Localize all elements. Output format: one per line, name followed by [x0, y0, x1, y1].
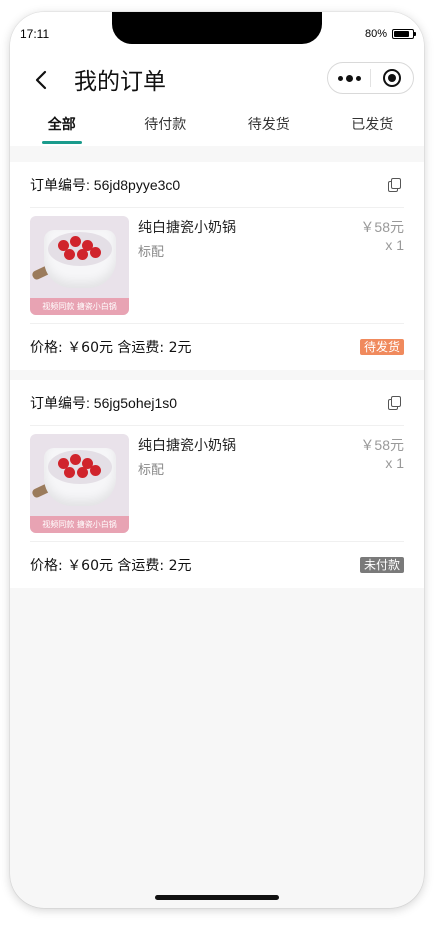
battery-percent: 80% [364, 28, 387, 40]
chevron-left-icon [35, 70, 47, 90]
order-list: 订单编号: 56jd8pyye3c0 视频同款 搪瓷小白锅 纯白搪瓷小奶锅 标配… [10, 162, 424, 598]
more-button[interactable] [328, 63, 370, 93]
status-time: 17:11 [20, 27, 50, 41]
product-price: ￥58元 [360, 437, 404, 453]
close-miniprogram-button[interactable] [371, 63, 413, 93]
home-indicator [155, 895, 279, 900]
back-button[interactable] [30, 68, 54, 92]
status-badge: 未付款 [359, 557, 404, 573]
tab-pending-shipment[interactable]: 待发货 [217, 106, 321, 146]
status-badge: 待发货 [359, 339, 404, 355]
product-price: ￥58元 [360, 219, 404, 235]
copy-icon[interactable] [388, 395, 402, 410]
product-image-caption: 视频同款 搪瓷小白锅 [30, 298, 129, 315]
copy-icon[interactable] [388, 177, 402, 192]
notch [112, 12, 322, 44]
battery-icon [392, 29, 416, 39]
more-dot-icon [355, 75, 361, 81]
order-item: 视频同款 搪瓷小白锅 纯白搪瓷小奶锅 标配 ￥58元 x 1 [30, 208, 404, 324]
order-card-header: 订单编号: 56jg5ohej1s0 [30, 380, 404, 426]
battery-indicator: 80% [364, 28, 416, 40]
order-card-header: 订单编号: 56jd8pyye3c0 [30, 162, 404, 208]
order-card-footer: 价格: ￥60元 含运费: 2元 待发货 [30, 324, 404, 370]
product-image[interactable]: 视频同款 搪瓷小白锅 [30, 434, 129, 533]
tab-shipped[interactable]: 已发货 [321, 106, 425, 146]
order-total: 价格: ￥60元 含运费: 2元 [30, 558, 192, 574]
page-title: 我的订单 [74, 69, 166, 95]
phone-frame: 17:11 80% 我的订单 全部 待付款 待发货 已发货 订单编号: 56jd… [10, 12, 424, 908]
more-dot-icon [345, 74, 353, 82]
nav-bar: 我的订单 [10, 56, 424, 106]
tab-pending-payment[interactable]: 待付款 [114, 106, 218, 146]
miniprogram-capsule [327, 62, 414, 94]
product-info: 纯白搪瓷小奶锅 标配 ￥58元 x 1 [138, 434, 404, 541]
product-spec: 标配 [138, 245, 165, 260]
more-dot-icon [337, 75, 343, 81]
product-spec: 标配 [138, 463, 165, 478]
product-image[interactable]: 视频同款 搪瓷小白锅 [30, 216, 129, 315]
order-number: 订单编号: 56jg5ohej1s0 [30, 394, 178, 411]
target-icon [383, 69, 401, 87]
product-quantity: x 1 [385, 455, 404, 471]
order-tabs: 全部 待付款 待发货 已发货 [10, 106, 424, 146]
product-quantity: x 1 [385, 237, 404, 253]
tab-all[interactable]: 全部 [10, 106, 114, 146]
order-item: 视频同款 搪瓷小白锅 纯白搪瓷小奶锅 标配 ￥58元 x 1 [30, 426, 404, 542]
order-number: 订单编号: 56jd8pyye3c0 [30, 176, 181, 193]
product-info: 纯白搪瓷小奶锅 标配 ￥58元 x 1 [138, 216, 404, 323]
order-card[interactable]: 订单编号: 56jd8pyye3c0 视频同款 搪瓷小白锅 纯白搪瓷小奶锅 标配… [10, 162, 424, 370]
order-card[interactable]: 订单编号: 56jg5ohej1s0 视频同款 搪瓷小白锅 纯白搪瓷小奶锅 标配… [10, 380, 424, 588]
product-image-caption: 视频同款 搪瓷小白锅 [30, 516, 129, 533]
order-card-footer: 价格: ￥60元 含运费: 2元 未付款 [30, 542, 404, 588]
order-total: 价格: ￥60元 含运费: 2元 [30, 340, 192, 356]
